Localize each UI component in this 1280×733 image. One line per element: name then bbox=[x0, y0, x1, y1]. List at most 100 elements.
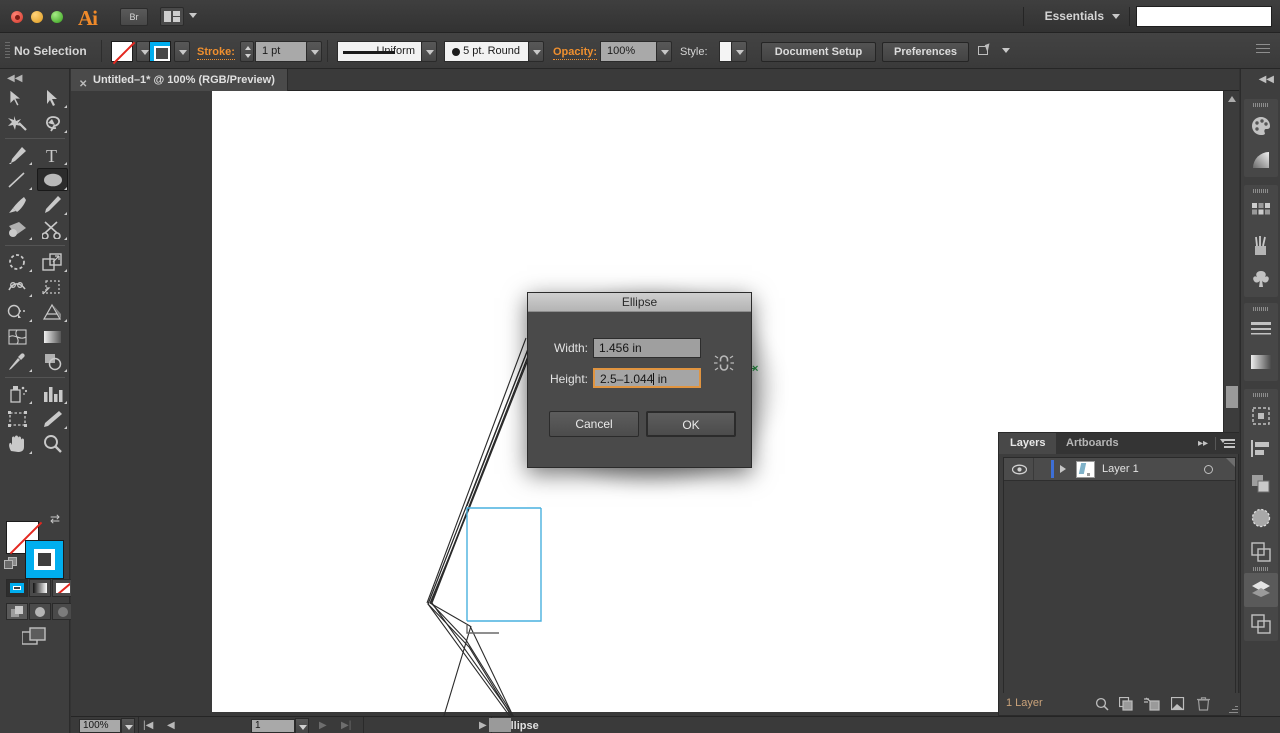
preferences-button[interactable]: Preferences bbox=[882, 42, 969, 62]
expand-panels-icon[interactable]: ◀◀ bbox=[1259, 74, 1274, 85]
dock-group-grip[interactable] bbox=[1244, 99, 1278, 109]
workspace-switcher[interactable]: Essentials bbox=[1045, 9, 1104, 23]
width-input[interactable]: 1.456 in bbox=[593, 338, 701, 358]
pathfinder-icon[interactable] bbox=[1244, 467, 1278, 501]
draw-normal-button[interactable] bbox=[6, 603, 28, 620]
previous-artboard-button[interactable]: ◀ bbox=[167, 720, 175, 731]
control-bar-options-grip[interactable] bbox=[1256, 44, 1270, 54]
lock-column[interactable] bbox=[1033, 458, 1034, 480]
table-row[interactable]: Layer 1 bbox=[1004, 458, 1235, 481]
tool-pencil[interactable] bbox=[35, 192, 70, 217]
tool-blob-brush[interactable] bbox=[0, 217, 35, 242]
collapse-tools-icon[interactable]: ◀◀ bbox=[7, 73, 22, 84]
visibility-toggle-icon[interactable] bbox=[1011, 464, 1028, 478]
scrollbar-thumb[interactable] bbox=[1226, 386, 1238, 408]
bridge-button[interactable]: Br bbox=[120, 8, 148, 26]
expand-layer-icon[interactable] bbox=[1060, 465, 1066, 473]
stroke-weight-stepper[interactable] bbox=[240, 41, 254, 62]
color-icon[interactable] bbox=[1244, 109, 1278, 143]
screen-mode-button[interactable] bbox=[21, 627, 48, 647]
tool-lasso[interactable] bbox=[35, 110, 70, 135]
artboards-icon[interactable] bbox=[1244, 607, 1278, 641]
window-resize-handle[interactable] bbox=[1268, 722, 1277, 731]
tool-scale[interactable] bbox=[35, 249, 70, 274]
graphic-style-dropdown-button[interactable] bbox=[731, 41, 747, 62]
fill-swatch[interactable] bbox=[111, 41, 133, 62]
chevron-down-icon[interactable] bbox=[1002, 48, 1010, 53]
chevron-down-icon[interactable] bbox=[189, 13, 197, 18]
new-sublayer-icon[interactable] bbox=[1144, 697, 1160, 714]
symbols-icon[interactable] bbox=[1244, 263, 1278, 297]
delete-layer-icon[interactable] bbox=[1197, 697, 1210, 714]
tool-hand[interactable] bbox=[0, 431, 35, 456]
stroke-icon[interactable] bbox=[1244, 313, 1278, 347]
tool-artboard[interactable] bbox=[0, 406, 35, 431]
tool-magic-wand[interactable] bbox=[0, 110, 35, 135]
tool-slice[interactable] bbox=[35, 406, 70, 431]
scroll-up-icon[interactable] bbox=[1228, 96, 1236, 102]
tool-gradient[interactable] bbox=[35, 324, 70, 349]
stroke-weight-value[interactable]: 1 pt bbox=[255, 41, 313, 62]
collapse-panel-icon[interactable]: ▸▸ bbox=[1198, 438, 1208, 449]
stroke-dropdown-button[interactable] bbox=[174, 41, 190, 62]
swap-fill-stroke-icon[interactable]: ⇄ bbox=[50, 512, 60, 526]
dock-group-grip[interactable] bbox=[1244, 389, 1278, 399]
tool-rotate[interactable] bbox=[0, 249, 35, 274]
tab-layers[interactable]: Layers bbox=[999, 433, 1057, 454]
stroke-profile-dropdown-button[interactable] bbox=[421, 41, 437, 62]
horizontal-scrollbar-thumb[interactable] bbox=[489, 718, 511, 732]
opacity-dropdown-button[interactable] bbox=[656, 41, 672, 62]
tool-shape-builder[interactable] bbox=[0, 299, 35, 324]
tool-perspective-grid[interactable] bbox=[35, 299, 70, 324]
layers-list[interactable]: Layer 1 bbox=[1003, 457, 1236, 712]
locate-object-icon[interactable] bbox=[1095, 697, 1109, 714]
height-input[interactable]: 2.5–1.044 in bbox=[593, 368, 701, 388]
document-setup-button[interactable]: Document Setup bbox=[761, 42, 876, 62]
tool-eyedropper[interactable] bbox=[0, 349, 35, 374]
dock-group-grip[interactable] bbox=[1244, 563, 1278, 573]
zoom-dropdown-button[interactable] bbox=[121, 718, 135, 733]
status-expand-button[interactable]: ▶ bbox=[479, 720, 487, 731]
chevron-down-icon[interactable] bbox=[1112, 14, 1120, 19]
search-input[interactable] bbox=[1136, 6, 1272, 27]
control-bar-grip[interactable] bbox=[5, 42, 10, 60]
new-layer-icon[interactable] bbox=[1170, 696, 1185, 714]
tool-scissors[interactable] bbox=[35, 217, 70, 242]
document-tab[interactable]: ✕ Untitled–1* @ 100% (RGB/Preview) bbox=[71, 69, 288, 91]
stroke-swatch[interactable] bbox=[149, 41, 171, 62]
color-guide-icon[interactable] bbox=[1244, 143, 1278, 177]
stroke-color-swatch[interactable] bbox=[25, 540, 64, 579]
status-text[interactable]: Ellipse bbox=[211, 720, 831, 732]
opacity-label[interactable]: Opacity: bbox=[553, 46, 598, 60]
tool-ellipse[interactable] bbox=[35, 167, 70, 192]
tool-paintbrush[interactable] bbox=[0, 192, 35, 217]
opacity-value[interactable]: 100% bbox=[600, 41, 662, 62]
default-fill-stroke-icon[interactable] bbox=[4, 557, 18, 571]
gradient-mode-button[interactable] bbox=[29, 579, 51, 597]
brushes-icon[interactable] bbox=[1244, 229, 1278, 263]
stroke-weight-label[interactable]: Stroke: bbox=[197, 46, 235, 60]
tool-mesh[interactable] bbox=[0, 324, 35, 349]
tool-line-segment[interactable] bbox=[0, 167, 35, 192]
zoom-level-input[interactable]: 100% bbox=[79, 719, 121, 733]
layer-name[interactable]: Layer 1 bbox=[1102, 463, 1139, 475]
align-icon[interactable] bbox=[1244, 433, 1278, 467]
layers-icon[interactable] bbox=[1244, 573, 1278, 607]
minimize-window-button[interactable] bbox=[31, 11, 43, 23]
tool-column-graph[interactable] bbox=[35, 381, 70, 406]
target-indicator-icon[interactable] bbox=[1204, 465, 1213, 474]
tool-blend[interactable] bbox=[35, 349, 70, 374]
ok-button[interactable]: OK bbox=[646, 411, 736, 437]
arrange-documents-button[interactable] bbox=[160, 7, 184, 26]
select-similar-icon[interactable] bbox=[978, 43, 996, 58]
panel-resize-handle[interactable] bbox=[1229, 704, 1238, 713]
dock-group-grip[interactable] bbox=[1244, 185, 1278, 195]
transparency-icon[interactable] bbox=[1244, 501, 1278, 535]
chain-link-icon[interactable] bbox=[712, 352, 736, 374]
maximize-window-button[interactable] bbox=[51, 11, 63, 23]
tool-pen[interactable] bbox=[0, 142, 35, 167]
dock-group-grip[interactable] bbox=[1244, 303, 1278, 313]
gradient-icon[interactable] bbox=[1244, 347, 1278, 381]
tool-free-transform[interactable] bbox=[35, 274, 70, 299]
swatches-icon[interactable] bbox=[1244, 195, 1278, 229]
